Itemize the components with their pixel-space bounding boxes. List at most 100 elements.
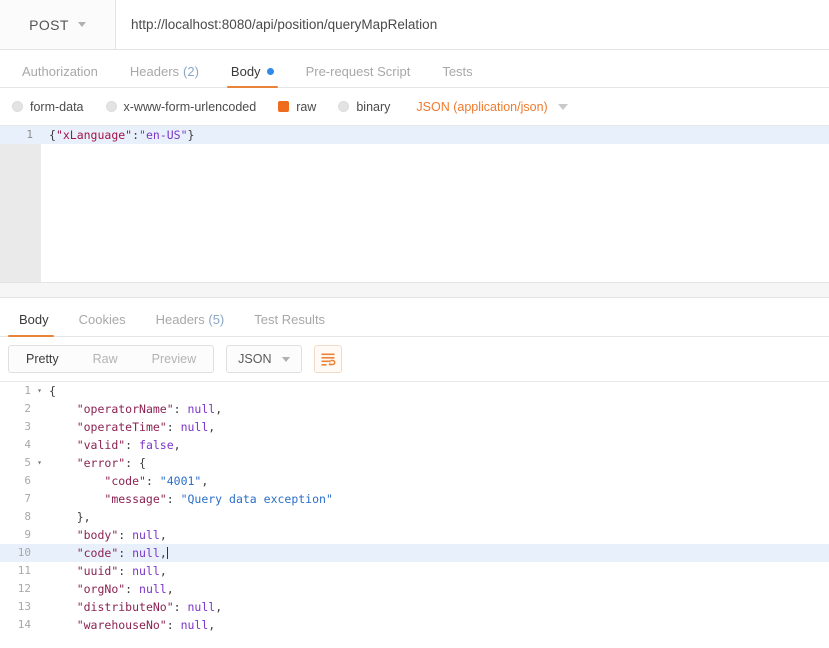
- code-fold-toggle-icon[interactable]: ▾: [34, 382, 45, 400]
- response-tab-cookies[interactable]: Cookies: [64, 313, 141, 336]
- code-text: "uuid": null,: [45, 562, 167, 580]
- chevron-down-icon: [282, 356, 291, 362]
- request-editor-gutter: [0, 126, 41, 282]
- code-token: null: [187, 600, 216, 614]
- code-line: 8 },: [0, 508, 829, 526]
- code-token: "operateTime": [76, 420, 167, 434]
- code-token: },: [76, 510, 91, 524]
- request-tab-count: (2): [183, 64, 199, 79]
- response-tab-label: Cookies: [78, 312, 126, 327]
- code-line: 6 "code": "4001",: [0, 472, 829, 490]
- request-tab-label: Pre-request Script: [305, 64, 411, 79]
- code-token: "message": [104, 492, 167, 506]
- line-number: 12: [17, 582, 31, 595]
- http-method-selector[interactable]: POST: [0, 0, 116, 49]
- line-number: 11: [17, 564, 31, 577]
- code-token: "4001": [159, 474, 202, 488]
- code-line: 14 "warehouseNo": null,: [0, 616, 829, 634]
- code-token: :: [125, 582, 140, 596]
- request-tab-bar: Authorization Headers (2) Body Pre-request S…: [0, 50, 829, 88]
- code-text: "message": "Query data exception": [45, 490, 333, 508]
- request-code-lines: 1 {"xLanguage":"en-US"}: [0, 126, 829, 144]
- code-text: "warehouseNo": null,: [45, 616, 216, 634]
- word-wrap-icon: [321, 353, 336, 366]
- response-tab-label: Body: [19, 312, 49, 327]
- code-token: "Query data exception": [180, 492, 333, 506]
- code-token: ,: [215, 600, 223, 614]
- code-token: :: [166, 618, 181, 632]
- body-type-radio-x-www-form-urlencoded[interactable]: x-www-form-urlencoded: [105, 100, 256, 114]
- code-text: {: [45, 382, 56, 400]
- code-token: "warehouseNo": [76, 618, 167, 632]
- code-line: 15 "remark": null,: [0, 634, 829, 638]
- body-modified-dot-icon: [266, 68, 274, 75]
- response-format-selector[interactable]: JSON: [226, 345, 303, 373]
- code-line: 7 "message": "Query data exception": [0, 490, 829, 508]
- code-line: 1 {"xLanguage":"en-US"}: [0, 126, 829, 144]
- radio-icon: [338, 101, 350, 112]
- request-response-divider[interactable]: [0, 283, 829, 298]
- code-token: "operatorName": [76, 402, 174, 416]
- line-number: 10: [17, 546, 31, 559]
- code-line: 11 "uuid": null,: [0, 562, 829, 580]
- request-tab-headers[interactable]: Headers (2): [114, 65, 215, 87]
- code-token: ,: [174, 636, 181, 638]
- code-line: 1 ▾ {: [0, 382, 829, 400]
- request-tab-pre-request-script[interactable]: Pre-request Script: [290, 65, 427, 87]
- code-token: :: [118, 528, 133, 542]
- request-tab-authorization[interactable]: Authorization: [6, 65, 114, 87]
- code-token: :: [118, 564, 133, 578]
- line-number: 9: [24, 528, 31, 541]
- word-wrap-button[interactable]: [314, 345, 343, 373]
- line-number: 7: [24, 492, 31, 505]
- text-cursor: [166, 547, 168, 559]
- code-token: "remark": [77, 636, 132, 638]
- http-method-label: POST: [29, 16, 69, 33]
- code-token: ,: [208, 420, 216, 434]
- radio-icon: [12, 101, 23, 112]
- code-token: "en-US": [139, 128, 188, 142]
- request-url-bar: POST http://localhost:8080/api/position/…: [0, 0, 829, 50]
- view-mode-raw[interactable]: Raw: [76, 346, 135, 372]
- body-type-label: binary: [356, 99, 391, 114]
- code-token: "xLanguage": [55, 128, 133, 142]
- code-text: "remark": null,: [45, 634, 181, 638]
- code-token: :: [125, 438, 140, 452]
- code-text: },: [45, 508, 91, 526]
- line-number: 6: [24, 474, 31, 487]
- request-body-editor[interactable]: 1 {"xLanguage":"en-US"}: [0, 126, 829, 283]
- code-token: {: [49, 384, 56, 398]
- response-tab-headers[interactable]: Headers (5): [141, 313, 240, 336]
- view-mode-preview[interactable]: Preview: [135, 346, 213, 372]
- code-token: "uuid": [76, 564, 119, 578]
- code-token: null: [132, 546, 160, 560]
- chevron-down-icon: [77, 22, 86, 27]
- code-token: "error": [76, 456, 126, 470]
- request-tab-label: Tests: [442, 64, 473, 79]
- request-tab-body[interactable]: Body: [215, 64, 290, 88]
- request-url-input[interactable]: http://localhost:8080/api/position/query…: [116, 0, 829, 49]
- body-type-radio-form-data[interactable]: form-data: [12, 100, 84, 114]
- request-tab-tests[interactable]: Tests: [426, 65, 488, 87]
- response-code-lines: 1 ▾{2 "operatorName": null, 3 "operateTime…: [0, 382, 829, 638]
- request-tab-label: Body: [230, 64, 261, 79]
- code-token: ,: [159, 564, 167, 578]
- code-fold-toggle-icon[interactable]: ▾: [34, 454, 45, 472]
- body-type-label: raw: [296, 99, 317, 114]
- code-token: :: [166, 420, 181, 434]
- code-token: :: [173, 600, 188, 614]
- code-token: :: [166, 492, 181, 506]
- line-number: 13: [17, 600, 31, 613]
- body-type-radio-raw[interactable]: raw: [278, 100, 316, 114]
- content-type-selector[interactable]: JSON (application/json): [416, 100, 568, 114]
- response-tab-test-results[interactable]: Test Results: [239, 313, 340, 336]
- body-type-radio-binary[interactable]: binary: [338, 100, 390, 114]
- view-mode-pretty[interactable]: Pretty: [9, 346, 76, 372]
- line-number: 3: [24, 420, 31, 433]
- response-view-mode-group: Pretty Raw Preview: [8, 345, 215, 373]
- code-line: 10 "code": null,: [0, 544, 829, 562]
- code-token: :: [132, 128, 140, 142]
- response-body-editor[interactable]: 1 ▾{2 "operatorName": null, 3 "operateTime…: [0, 382, 829, 638]
- request-tab-label: Headers: [129, 64, 180, 79]
- response-tab-body[interactable]: Body: [4, 312, 64, 337]
